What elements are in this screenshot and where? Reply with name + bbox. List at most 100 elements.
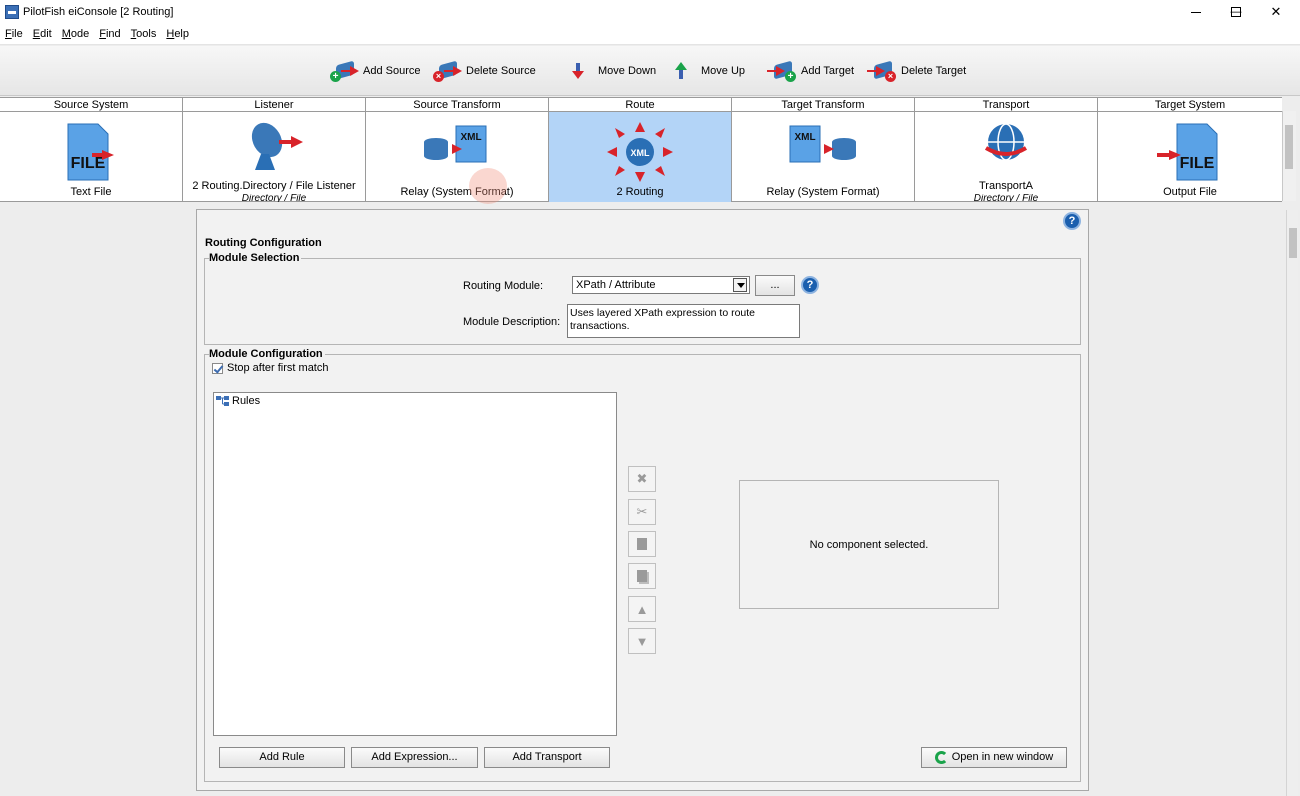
stop-after-first-match-label: Stop after first match	[227, 362, 329, 374]
move-down-rule-button[interactable]: ▼	[628, 628, 656, 654]
menu-help-rest: elp	[174, 28, 189, 40]
stage-route[interactable]: Route XML 2 Routing	[549, 98, 732, 202]
delete-source-button[interactable]: × Delete Source	[433, 58, 536, 84]
stage-label: 2 Routing	[616, 186, 664, 198]
xml-transform-icon: XML	[789, 125, 856, 163]
stage-header: Route	[549, 98, 731, 112]
add-transport-button[interactable]: Add Transport	[484, 747, 610, 768]
browse-module-button[interactable]: ...	[755, 275, 795, 296]
add-target-label: Add Target	[801, 65, 855, 77]
stage-target-system[interactable]: Target System FILE Output File	[1098, 98, 1282, 202]
stage-label: Output File	[1163, 186, 1217, 198]
stage-label: Text File	[70, 186, 112, 198]
routing-module-select[interactable]: XPath / Attribute	[572, 276, 750, 294]
menu-mode[interactable]: Mode	[57, 28, 95, 40]
title-bar: PilotFish eiConsole [2 Routing] — ✕	[0, 0, 1300, 24]
app-icon	[5, 5, 19, 19]
move-up-button[interactable]: Move Up	[673, 58, 745, 84]
stage-listener[interactable]: Listener 2 Routing.Directory / File List…	[183, 98, 366, 202]
menu-file-rest: ile	[11, 28, 23, 40]
move-up-rule-button[interactable]: ▲	[628, 596, 656, 622]
menu-find-mnemonic: F	[99, 28, 106, 40]
satellite-dish-icon	[251, 122, 303, 170]
module-configuration-title: Module Configuration	[209, 348, 325, 360]
open-new-window-button[interactable]: Open in new window	[921, 747, 1067, 768]
move-down-button[interactable]: Move Down	[570, 58, 656, 84]
delete-source-label: Delete Source	[466, 65, 536, 77]
menu-tools[interactable]: Tools	[126, 28, 162, 40]
svg-text:FILE: FILE	[1180, 155, 1215, 172]
copy-button[interactable]	[628, 531, 656, 557]
module-help-icon[interactable]: ?	[801, 276, 819, 294]
arrow-up-icon	[673, 61, 689, 81]
chevron-down-icon[interactable]	[733, 278, 747, 292]
stage-header: Source System	[0, 98, 182, 112]
help-icon[interactable]: ?	[1063, 212, 1081, 230]
maximize-button[interactable]	[1216, 0, 1256, 24]
stage-scrollbar[interactable]	[1282, 111, 1296, 201]
delete-source-icon: ×	[433, 59, 463, 83]
cursor-indicator	[469, 168, 507, 204]
paste-button[interactable]	[628, 563, 656, 589]
scissors-icon: ✂	[636, 504, 648, 519]
component-details-panel: No component selected.	[739, 480, 999, 609]
rules-tree[interactable]: Rules	[213, 392, 617, 736]
menu-find-rest: ind	[105, 28, 121, 40]
open-new-window-label: Open in new window	[951, 751, 1054, 763]
paste-icon	[637, 570, 647, 582]
toolbar: + Add Source × Delete Source Move Down M…	[0, 46, 1300, 96]
main-scrollbar[interactable]	[1286, 210, 1298, 796]
add-rule-button[interactable]: Add Rule	[219, 747, 345, 768]
svg-text:FILE: FILE	[71, 155, 106, 172]
menu-edit-rest: dit	[40, 28, 52, 40]
globe-icon	[984, 123, 1028, 161]
minimize-glyph	[1191, 11, 1201, 13]
add-source-label: Add Source	[363, 65, 421, 77]
stage-header: Listener	[183, 98, 365, 112]
stage-label: 2 Routing.Directory / File Listener	[192, 180, 356, 192]
close-button[interactable]: ✕	[1256, 0, 1296, 24]
xml-route-icon: XML	[607, 122, 673, 182]
refresh-icon	[934, 750, 948, 764]
add-source-icon: +	[330, 59, 360, 83]
menu-tools-rest: ools	[136, 28, 157, 40]
menu-edit[interactable]: Edit	[28, 28, 57, 40]
stage-label: Relay (System Format)	[400, 186, 514, 198]
svg-text:XML: XML	[631, 148, 651, 158]
menu-help[interactable]: Help	[161, 28, 194, 40]
move-up-icon: ▲	[635, 601, 649, 617]
add-expression-button[interactable]: Add Expression...	[351, 747, 478, 768]
svg-text:XML: XML	[460, 132, 481, 143]
add-target-button[interactable]: + Add Target	[767, 58, 855, 84]
menu-find[interactable]: Find	[94, 28, 125, 40]
stage-strip: Source System FILE Text File Listener 2 …	[0, 97, 1282, 204]
svg-text:XML: XML	[794, 132, 815, 143]
delete-target-icon: ×	[867, 59, 898, 83]
tree-node-label: Rules	[232, 395, 261, 407]
tree-node-rules[interactable]: Rules	[216, 395, 260, 407]
routing-module-label: Routing Module:	[463, 280, 544, 292]
stage-transport[interactable]: Transport TransportA Directory / File	[915, 98, 1098, 202]
maximize-icon	[1231, 7, 1241, 17]
menu-file[interactable]: File	[0, 28, 28, 40]
minimize-button-alt[interactable]	[1176, 0, 1216, 24]
stage-header: Target Transform	[732, 98, 914, 112]
stop-after-first-match-checkbox[interactable]	[212, 363, 223, 374]
add-source-button[interactable]: + Add Source	[330, 58, 420, 84]
menu-mode-rest: ode	[70, 28, 90, 40]
stage-sublabel: Directory / File	[241, 194, 307, 202]
copy-icon	[637, 538, 647, 550]
stage-source-system[interactable]: Source System FILE Text File	[0, 98, 183, 202]
stage-source-transform[interactable]: Source Transform XML Relay (System Forma…	[366, 98, 549, 204]
routing-panel: ? Routing Configuration Module Selection…	[196, 209, 1089, 791]
cut-button[interactable]: ✂	[628, 499, 656, 525]
move-down-icon: ▼	[635, 633, 649, 649]
delete-target-button[interactable]: × Delete Target	[867, 58, 966, 84]
routing-module-value: XPath / Attribute	[576, 279, 656, 291]
stage-header: Target System	[1098, 98, 1282, 112]
delete-button[interactable]: ✖	[628, 466, 656, 492]
stage-target-transform[interactable]: Target Transform XML Relay (System Forma…	[732, 98, 915, 202]
stage-label: Relay (System Format)	[766, 186, 880, 198]
menu-mode-mnemonic: M	[61, 28, 71, 40]
window-title: PilotFish eiConsole [2 Routing]	[23, 6, 174, 18]
